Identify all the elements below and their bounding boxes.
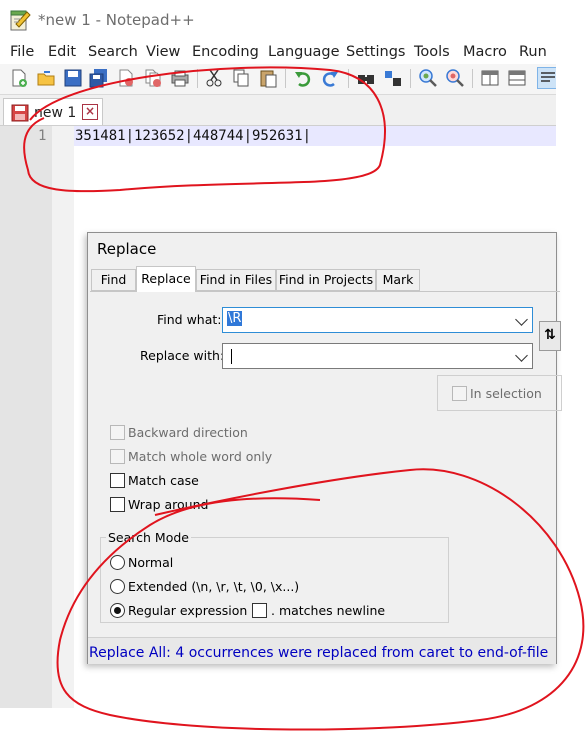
fold-margin	[52, 126, 74, 708]
toolbar-separator	[410, 69, 411, 88]
tab-find[interactable]: Find	[91, 269, 136, 291]
menu-language[interactable]: Language	[268, 44, 340, 60]
match-case-label: Match case	[128, 473, 199, 488]
sync-horizontal-icon[interactable]	[507, 68, 527, 88]
menu-view[interactable]: View	[146, 44, 180, 60]
find-what-value: \R	[227, 311, 243, 326]
toolbar	[0, 64, 556, 95]
zoom-in-icon[interactable]	[418, 68, 438, 88]
regular-expression-radio[interactable]	[110, 603, 125, 618]
menu-tools[interactable]: Tools	[414, 44, 450, 60]
menu-file[interactable]: File	[10, 44, 34, 60]
find-what-label: Find what:	[157, 312, 222, 327]
print-icon[interactable]	[170, 68, 190, 88]
replace-with-label: Replace with:	[140, 348, 225, 363]
find-what-combobox[interactable]: \R	[222, 307, 533, 333]
open-file-icon[interactable]	[36, 68, 56, 88]
extended-label: Extended (\n, \r, \t, \0, \x...)	[128, 579, 300, 594]
match-case-checkbox[interactable]	[110, 473, 125, 488]
regular-expression-label: Regular expression	[128, 603, 248, 618]
menu-run[interactable]: Run	[519, 44, 547, 60]
tab-strip: new 1 ×	[0, 95, 556, 125]
unsaved-file-icon	[11, 104, 29, 122]
window-title: *new 1 - Notepad++	[38, 11, 195, 29]
new-file-icon[interactable]	[9, 68, 29, 88]
close-icon[interactable]	[116, 68, 136, 88]
match-whole-word-label: Match whole word only	[128, 449, 273, 464]
sync-vertical-icon[interactable]	[480, 68, 500, 88]
tab-replace[interactable]: Replace	[136, 266, 196, 292]
tab-label: new 1	[34, 105, 77, 121]
save-all-icon[interactable]	[89, 68, 109, 88]
status-message: Replace All: 4 occurrences were replaced…	[89, 645, 549, 661]
chevron-down-icon[interactable]	[515, 313, 528, 326]
menu-edit[interactable]: Edit	[48, 44, 76, 60]
replace-dialog: Replace Find Replace Find in Files Find …	[87, 232, 562, 664]
line-number-gutter: 1	[0, 126, 52, 708]
menu-search[interactable]: Search	[88, 44, 138, 60]
match-whole-word-checkbox[interactable]	[110, 449, 125, 464]
wrap-around-label: Wrap around	[128, 497, 209, 512]
normal-radio[interactable]	[110, 555, 125, 570]
tab-mark[interactable]: Mark	[376, 269, 420, 291]
menu-bar: File Edit Search View Encoding Language …	[0, 40, 556, 64]
radio-selected-dot	[114, 607, 121, 614]
paste-icon[interactable]	[258, 68, 278, 88]
find-icon[interactable]	[356, 68, 376, 88]
dialog-title: Replace	[97, 240, 157, 258]
toolbar-separator	[472, 69, 473, 88]
backward-direction-label: Backward direction	[128, 425, 248, 440]
swap-icon[interactable]: ⇅	[539, 321, 561, 351]
menu-settings[interactable]: Settings	[346, 44, 405, 60]
backward-direction-checkbox[interactable]	[110, 425, 125, 440]
undo-icon[interactable]	[293, 68, 313, 88]
zoom-out-icon[interactable]	[445, 68, 465, 88]
close-all-icon[interactable]	[143, 68, 163, 88]
toolbar-separator	[197, 69, 198, 88]
wrap-around-checkbox[interactable]	[110, 497, 125, 512]
extended-radio[interactable]	[110, 579, 125, 594]
toolbar-separator	[285, 69, 286, 88]
editor-line-text[interactable]: 351481|123652|448744|952631|	[75, 128, 311, 144]
normal-label: Normal	[128, 555, 174, 570]
line-number: 1	[38, 128, 47, 144]
tab-find-in-files[interactable]: Find in Files	[196, 269, 276, 291]
word-wrap-icon[interactable]	[537, 67, 556, 89]
tab-find-in-projects[interactable]: Find in Projects	[276, 269, 376, 291]
in-selection-checkbox[interactable]	[452, 386, 467, 401]
matches-newline-label: . matches newline	[271, 603, 386, 618]
tab-new-1[interactable]: new 1 ×	[3, 98, 103, 125]
replace-icon[interactable]	[383, 68, 403, 88]
cut-icon[interactable]	[204, 68, 224, 88]
menu-macro[interactable]: Macro	[463, 44, 507, 60]
title-bar: *new 1 - Notepad++	[0, 0, 556, 40]
search-mode-legend: Search Mode	[106, 530, 191, 545]
text-caret	[231, 349, 232, 364]
chevron-down-icon[interactable]	[515, 349, 528, 362]
matches-newline-checkbox[interactable]	[252, 603, 267, 618]
dialog-status-bar: Replace All: 4 occurrences were replaced…	[88, 637, 556, 664]
copy-icon[interactable]	[231, 68, 251, 88]
replace-with-combobox[interactable]	[222, 343, 533, 369]
in-selection-label: In selection	[470, 386, 542, 401]
notepad-icon	[10, 10, 31, 31]
save-icon[interactable]	[63, 68, 83, 88]
in-selection-group: In selection	[437, 375, 562, 411]
redo-icon[interactable]	[320, 68, 340, 88]
close-tab-icon[interactable]: ×	[82, 104, 98, 120]
menu-encoding[interactable]: Encoding	[192, 44, 259, 60]
toolbar-separator	[348, 69, 349, 88]
